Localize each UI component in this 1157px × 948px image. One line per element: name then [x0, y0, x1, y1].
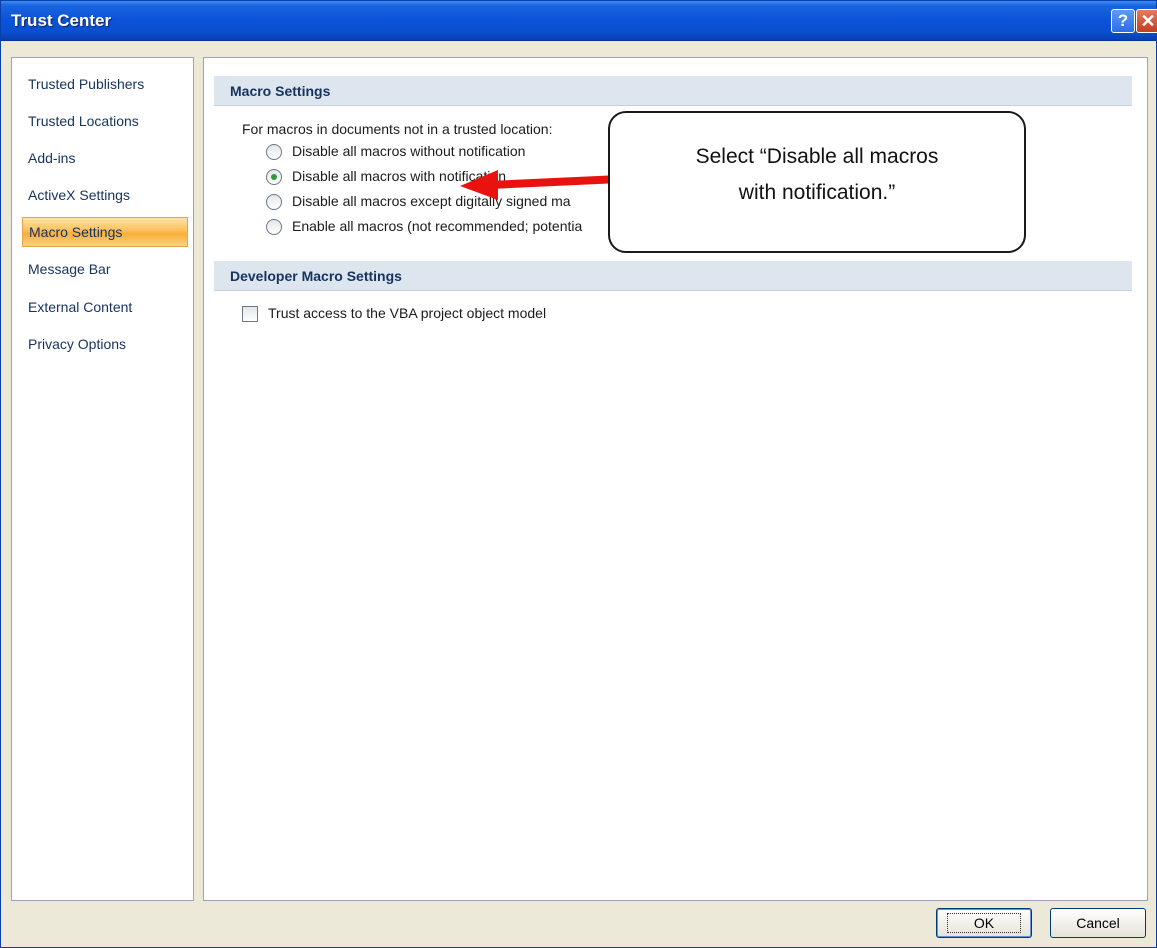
- trust-vba-checkbox[interactable]: [242, 306, 258, 322]
- radio-disable-with-notification[interactable]: [266, 169, 282, 185]
- radio-enable-all[interactable]: [266, 219, 282, 235]
- sidebar: Trusted Publishers Trusted Locations Add…: [11, 57, 194, 901]
- sidebar-item-macro-settings[interactable]: Macro Settings: [22, 217, 188, 247]
- close-button[interactable]: ✕: [1136, 9, 1157, 33]
- main-panel: Macro Settings For macros in documents n…: [203, 57, 1148, 901]
- instruction-callout: Select “Disable all macros with notifica…: [608, 111, 1026, 253]
- help-button[interactable]: ?: [1111, 9, 1135, 33]
- radio-disable-without-notification[interactable]: [266, 144, 282, 160]
- macro-settings-intro: For macros in documents not in a trusted…: [242, 121, 553, 137]
- dialog-content: Trusted Publishers Trusted Locations Add…: [1, 42, 1156, 947]
- sidebar-item-add-ins[interactable]: Add-ins: [22, 144, 188, 174]
- sidebar-item-trusted-locations[interactable]: Trusted Locations: [22, 107, 188, 137]
- title-bar[interactable]: Trust Center ? ✕: [1, 1, 1157, 41]
- developer-macro-settings-header: Developer Macro Settings: [214, 261, 1132, 291]
- sidebar-item-external-content[interactable]: External Content: [22, 293, 188, 323]
- sidebar-item-message-bar[interactable]: Message Bar: [22, 255, 188, 285]
- macro-settings-header: Macro Settings: [214, 76, 1132, 106]
- callout-arrow: [460, 170, 621, 200]
- radio-selected-dot: [271, 174, 277, 180]
- help-icon: ?: [1117, 11, 1129, 30]
- trust-vba-label[interactable]: Trust access to the VBA project object m…: [268, 305, 546, 321]
- callout-line-1: Select “Disable all macros: [695, 145, 939, 168]
- sidebar-item-activex-settings[interactable]: ActiveX Settings: [22, 181, 188, 211]
- cancel-button-label: Cancel: [1076, 915, 1120, 931]
- cancel-button[interactable]: Cancel: [1050, 908, 1146, 938]
- sidebar-item-trusted-publishers[interactable]: Trusted Publishers: [22, 70, 188, 100]
- radio-disable-except-signed[interactable]: [266, 194, 282, 210]
- ok-button[interactable]: OK: [936, 908, 1032, 938]
- option-label-disable-without-notification[interactable]: Disable all macros without notification: [292, 143, 525, 159]
- callout-line-2: with notification.”: [738, 181, 896, 204]
- trust-center-dialog: Trust Center ? ✕ Trusted Publishers Trus…: [0, 0, 1157, 948]
- arrow-shaft: [489, 175, 621, 189]
- close-icon: ✕: [1140, 10, 1156, 31]
- window-title: Trust Center: [11, 11, 112, 30]
- arrow-head: [460, 170, 498, 200]
- sidebar-item-privacy-options[interactable]: Privacy Options: [22, 330, 188, 360]
- option-label-enable-all[interactable]: Enable all macros (not recommended; pote…: [292, 218, 582, 234]
- ok-button-label: OK: [946, 913, 1022, 933]
